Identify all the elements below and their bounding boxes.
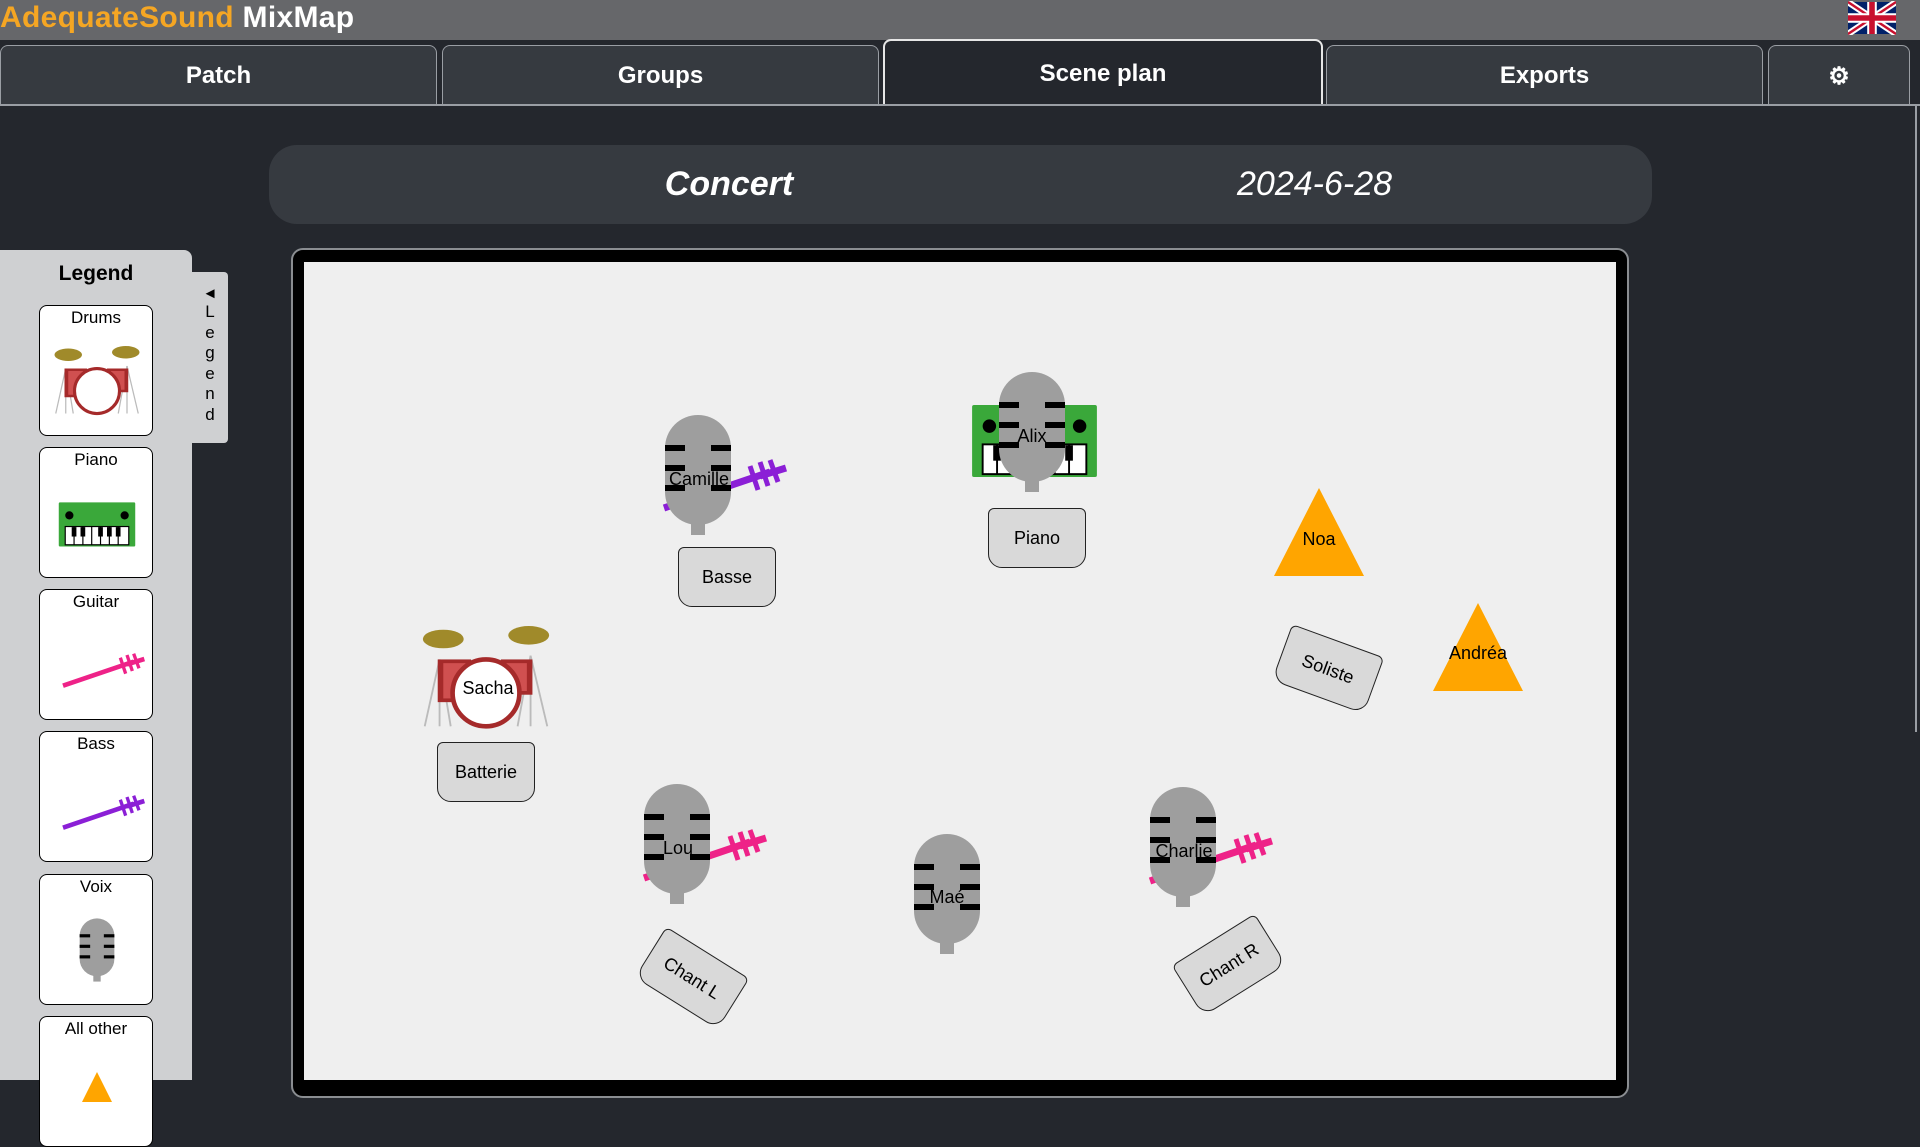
event-name: Concert — [664, 165, 794, 203]
keyboard-icon — [58, 502, 136, 547]
legend-toggle-button[interactable]: ◄ Legend — [192, 272, 228, 443]
legend-item-label: Bass — [77, 734, 115, 753]
musician-alix[interactable]: Alix — [1017, 426, 1046, 447]
collapse-arrow-icon: ◄ — [202, 285, 218, 302]
legend-item-label: Drums — [70, 308, 122, 327]
triangle-icon — [82, 1072, 112, 1102]
musician-noa[interactable]: Noa — [1302, 529, 1335, 550]
plate-batterie[interactable]: Batterie — [437, 742, 535, 802]
musician-sacha[interactable]: Sacha — [462, 678, 513, 699]
legend-item-piano[interactable]: Piano — [39, 447, 153, 578]
musician-andrea[interactable]: Andréa — [1449, 643, 1507, 664]
guitar-icon — [47, 615, 147, 715]
legend-item-bass[interactable]: Bass — [39, 731, 153, 862]
tab-patch[interactable]: Patch — [0, 45, 437, 106]
top-bar: AdequateSound MixMap — [0, 0, 1920, 40]
event-date: 2024-6-28 — [1237, 165, 1393, 203]
uk-flag-icon[interactable] — [1848, 1, 1896, 35]
tab-groups[interactable]: Groups — [442, 45, 879, 106]
legend-panel: Legend Drums Piano Guitar Bass Voix All … — [0, 250, 192, 1147]
legend-title: Legend — [58, 262, 134, 285]
musician-charlie[interactable]: Charlie — [1155, 841, 1212, 862]
bass-icon — [47, 757, 147, 857]
legend-item-label: Guitar — [72, 592, 120, 611]
plate-basse[interactable]: Basse — [678, 547, 776, 607]
legend-item-guitar[interactable]: Guitar — [39, 589, 153, 720]
plate-chant-r[interactable]: Chant R — [1171, 913, 1287, 1017]
legend-item-drums[interactable]: Drums — [39, 305, 153, 436]
musician-lou[interactable]: Lou — [663, 838, 693, 859]
event-header: Concert 2024-6-28 — [269, 145, 1652, 224]
tab-divider — [0, 104, 1920, 106]
plate-soliste[interactable]: Soliste — [1271, 624, 1385, 714]
legend-item-voix[interactable]: Voix — [39, 874, 153, 1005]
legend-item-label: Voix — [79, 877, 113, 896]
scrollbar-track[interactable] — [1915, 106, 1917, 732]
legend-item-label: Piano — [74, 450, 118, 469]
legend-item-all-other[interactable]: All other — [39, 1016, 153, 1147]
main-tabs: Patch Groups Scene plan Exports ⚙ — [0, 39, 1920, 106]
tab-scene-plan[interactable]: Scene plan — [883, 39, 1323, 106]
stage-canvas[interactable]: Camille Alix Noa Andréa Sacha Lou Maé Ch… — [304, 262, 1616, 1080]
legend-toggle-label: Legend — [205, 302, 215, 424]
musician-mae[interactable]: Maé — [929, 887, 964, 908]
microphone-icon — [79, 918, 115, 982]
legend-item-label: All other — [64, 1019, 128, 1038]
plate-chant-l[interactable]: Chant L — [634, 926, 750, 1030]
app-brand: AdequateSound MixMap — [0, 1, 355, 34]
musician-camille[interactable]: Camille — [669, 469, 729, 490]
drum-kit-icon — [52, 344, 142, 416]
gear-icon[interactable]: ⚙ — [1768, 45, 1910, 106]
tab-exports[interactable]: Exports — [1326, 45, 1763, 106]
plate-piano[interactable]: Piano — [988, 508, 1086, 568]
